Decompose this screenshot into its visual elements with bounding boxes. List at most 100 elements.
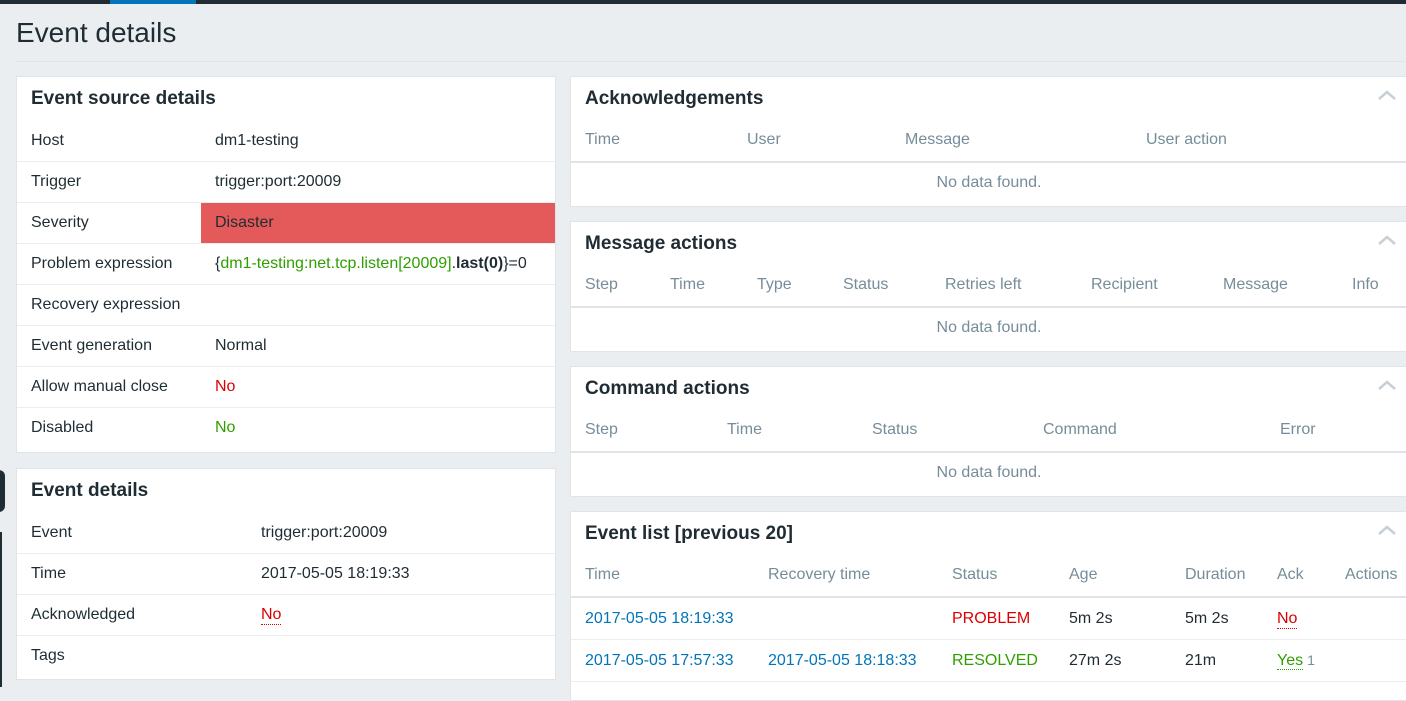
expression-function: last — [456, 255, 484, 272]
event-source-details-panel: Event source details Host dm1-testing Tr… — [16, 76, 556, 453]
column-header-status: Status — [872, 421, 918, 438]
chevron-up-icon[interactable] — [1377, 234, 1397, 246]
chevron-up-icon[interactable] — [1377, 524, 1397, 536]
panel-header: Event details — [17, 469, 555, 513]
detail-label: Recovery expression — [31, 296, 181, 313]
host-value: dm1-testing — [215, 132, 299, 149]
panel-title: Acknowledgements — [585, 88, 764, 109]
event-time-link[interactable]: 2017-05-05 18:19:33 — [585, 610, 734, 628]
detail-label: Problem expression — [31, 255, 173, 272]
chevron-up-icon[interactable] — [1377, 89, 1397, 101]
detail-label: Severity — [31, 214, 89, 231]
event-value: trigger:port:20009 — [261, 524, 388, 541]
allow-manual-close-value: No — [215, 378, 236, 395]
column-header-message: Message — [905, 131, 970, 148]
detail-label: Event — [31, 524, 72, 541]
column-header-duration: Duration — [1185, 566, 1246, 583]
duration-value: 5m 2s — [1185, 610, 1229, 627]
column-header-retries-left: Retries left — [945, 276, 1022, 293]
detail-row-event: Event trigger:port:20009 — [17, 513, 555, 554]
column-header-step: Step — [585, 276, 618, 293]
detail-row-tags: Tags — [17, 636, 555, 677]
age-value: 27m 2s — [1069, 652, 1122, 669]
panel-header: Message actions — [571, 222, 1406, 266]
top-navigation-bar — [0, 0, 1406, 4]
column-header-user-action: User action — [1146, 131, 1227, 148]
detail-row-disabled: Disabled No — [17, 408, 555, 449]
event-generation-value: Normal — [215, 337, 267, 354]
column-header-status: Status — [952, 566, 998, 583]
detail-label: Acknowledged — [31, 606, 136, 623]
acknowledged-link[interactable]: No — [261, 606, 282, 625]
column-header-age: Age — [1069, 566, 1098, 583]
acknowledgements-panel: Acknowledgements Time User Message User … — [570, 76, 1406, 207]
detail-label: Time — [31, 565, 66, 582]
panel-title: Command actions — [585, 378, 750, 399]
column-header-error: Error — [1280, 421, 1316, 438]
table-header: Step Time Type Status Retries left Recip… — [571, 266, 1406, 308]
detail-row-time: Time 2017-05-05 18:19:33 — [17, 554, 555, 595]
table-header: Time User Message User action — [571, 121, 1406, 163]
chevron-up-icon[interactable] — [1377, 379, 1397, 391]
column-header-command: Command — [1043, 421, 1117, 438]
expression-item-key[interactable]: dm1-testing:net.tcp.listen[20009] — [220, 255, 451, 272]
column-header-ack: Ack — [1277, 566, 1304, 583]
event-time-link[interactable]: 2017-05-05 17:57:33 — [585, 652, 734, 670]
table-header: Time Recovery time Status Age Duration A… — [571, 556, 1406, 598]
trigger-value: trigger:port:20009 — [215, 173, 342, 190]
detail-row-trigger: Trigger trigger:port:20009 — [17, 162, 555, 203]
column-header-type: Type — [757, 276, 792, 293]
event-list-panel: Event list [previous 20] Time Recovery t… — [570, 511, 1406, 701]
expression-argument: (0) — [483, 255, 504, 272]
column-header-info: Info — [1352, 276, 1379, 293]
table-row: 2017-05-05 17:57:33 2017-05-05 18:18:33 … — [571, 640, 1406, 682]
panel-header: Event source details — [17, 77, 555, 121]
column-header-recipient: Recipient — [1091, 276, 1158, 293]
left-edge-handle — [0, 470, 5, 512]
detail-row-severity: Severity Disaster — [17, 203, 555, 244]
column-header-recovery-time: Recovery time — [768, 566, 871, 583]
column-header-step: Step — [585, 421, 618, 438]
recovery-time-link[interactable]: 2017-05-05 18:18:33 — [768, 652, 917, 670]
detail-label: Disabled — [31, 419, 94, 436]
detail-label: Allow manual close — [31, 378, 168, 395]
detail-label: Tags — [31, 647, 65, 664]
message-actions-panel: Message actions Step Time Type Status Re… — [570, 221, 1406, 352]
detail-row-problem-expression: Problem expression {dm1-testing:net.tcp.… — [17, 244, 555, 285]
left-edge-line — [0, 532, 2, 687]
no-data-message: No data found. — [936, 464, 1042, 481]
column-header-status: Status — [843, 276, 889, 293]
ack-count: 1 — [1307, 652, 1315, 668]
column-header-time: Time — [727, 421, 762, 438]
detail-row-recovery-expression: Recovery expression — [17, 285, 555, 326]
panel-title: Event list [previous 20] — [585, 523, 794, 544]
ack-link[interactable]: No — [1277, 610, 1298, 629]
command-actions-panel: Command actions Step Time Status Command… — [570, 366, 1406, 497]
panel-title: Event source details — [31, 88, 216, 109]
column-header-user: User — [747, 131, 781, 148]
duration-value: 21m — [1185, 652, 1217, 669]
panel-header: Acknowledgements — [571, 77, 1406, 121]
no-data-message: No data found. — [936, 319, 1042, 336]
severity-cell: Disaster — [201, 203, 555, 243]
table-header: Step Time Status Command Error — [571, 411, 1406, 453]
ack-link[interactable]: Yes — [1277, 652, 1304, 670]
event-details-panel: Event details Event trigger:port:20009 T… — [16, 468, 556, 680]
disabled-value: No — [215, 419, 236, 436]
panel-header: Command actions — [571, 367, 1406, 411]
no-data-message: No data found. — [936, 174, 1042, 191]
column-header-time: Time — [670, 276, 705, 293]
severity-value: Disaster — [215, 214, 274, 231]
detail-row-event-generation: Event generation Normal — [17, 326, 555, 367]
column-header-time: Time — [585, 131, 620, 148]
age-value: 5m 2s — [1069, 610, 1113, 627]
panel-title: Message actions — [585, 233, 738, 254]
detail-label: Trigger — [31, 173, 82, 190]
problem-expression-value: {dm1-testing:net.tcp.listen[20009].last(… — [215, 255, 527, 273]
status-badge: PROBLEM — [952, 610, 1031, 627]
title-divider — [16, 61, 1406, 62]
detail-row-host: Host dm1-testing — [17, 121, 555, 162]
detail-row-acknowledged: Acknowledged No — [17, 595, 555, 636]
detail-label: Event generation — [31, 337, 152, 354]
column-header-message: Message — [1223, 276, 1288, 293]
